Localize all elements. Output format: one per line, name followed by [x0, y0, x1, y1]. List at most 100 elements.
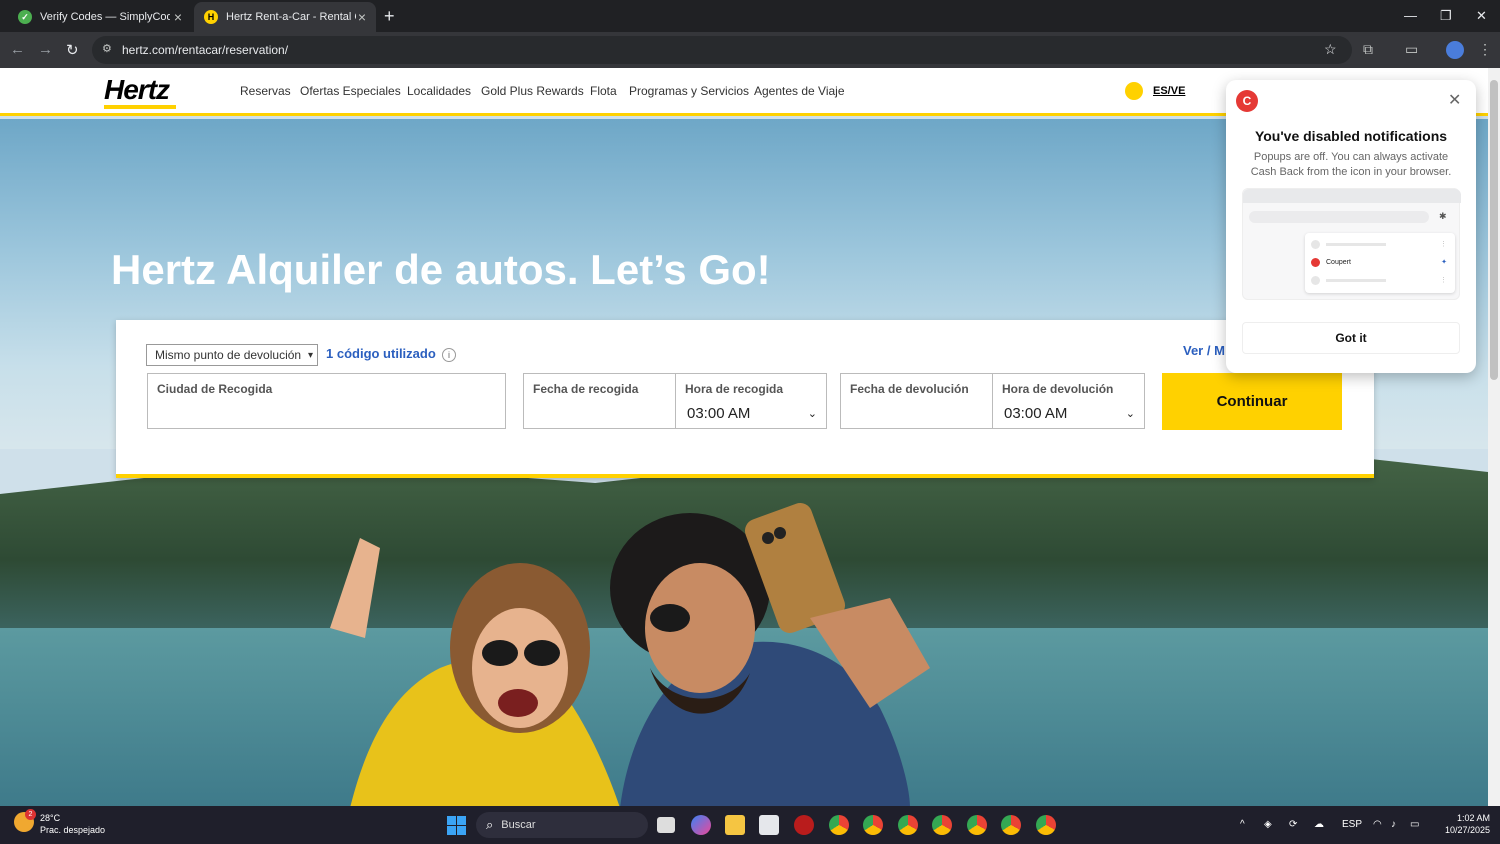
pickup-date-field[interactable]: Fecha de recogida: [523, 373, 676, 429]
search-label: Buscar: [501, 819, 536, 831]
pickup-date-label: Fecha de recogida: [533, 382, 639, 396]
puzzle-icon: ✱: [1439, 211, 1447, 221]
pickup-city-label: Ciudad de Recogida: [157, 382, 273, 396]
address-bar[interactable]: ⚙ hertz.com/rentacar/reservation/ ☆: [92, 36, 1352, 64]
weather-widget[interactable]: 2 28°C Prac. despejado: [14, 809, 106, 836]
nav-gold-plus-rewards[interactable]: Gold Plus Rewards: [481, 84, 584, 98]
site-info-icon[interactable]: ⚙: [102, 42, 112, 55]
wifi-icon[interactable]: ◠: [1373, 819, 1382, 830]
pin-icon: ✦: [1441, 259, 1447, 266]
media-icon[interactable]: ▭: [1405, 41, 1418, 58]
nav-programas-y-servicios[interactable]: Programas y Servicios: [629, 84, 749, 98]
tab-title: Verify Codes — SimplyCodes: [40, 11, 170, 23]
page-scrollbar[interactable]: [1488, 68, 1500, 806]
browser-tab-bar: ✓ Verify Codes — SimplyCodes × H Hertz R…: [0, 0, 1500, 32]
search-icon: ⌕: [486, 817, 494, 832]
battery-icon[interactable]: ▭: [1410, 819, 1419, 830]
minimize-icon[interactable]: —: [1404, 8, 1417, 23]
coupert-logo-icon: C: [1236, 90, 1258, 112]
nav-reservas[interactable]: Reservas: [240, 84, 291, 98]
weather-description: Prac. despejado: [40, 825, 106, 835]
pickup-time-select[interactable]: Hora de recogida 03:00 AM ⌄: [675, 373, 827, 429]
continue-button[interactable]: Continuar: [1162, 373, 1342, 430]
chrome-icon[interactable]: [1036, 815, 1056, 835]
view-modify-link[interactable]: Ver / M: [1183, 343, 1225, 358]
return-time-value: 03:00 AM: [1004, 405, 1068, 422]
menu-kebab-icon[interactable]: ⋮: [1478, 41, 1492, 58]
task-view-icon[interactable]: [657, 817, 675, 833]
illustration-address-bar: [1249, 211, 1429, 223]
illustration-tab-bar: [1243, 189, 1461, 203]
menu-row-coupert: Coupert ✦: [1311, 257, 1447, 267]
pickup-time-label: Hora de recogida: [685, 382, 784, 396]
logo-underline: [104, 105, 176, 109]
return-location-select[interactable]: Mismo punto de devolución ▾: [146, 344, 318, 366]
codes-used-link[interactable]: 1 código utilizado: [326, 346, 436, 361]
return-time-select[interactable]: Hora de devolución 03:00 AM ⌄: [992, 373, 1145, 429]
chevron-down-icon: ⌄: [807, 408, 817, 420]
chrome-icon[interactable]: [967, 815, 987, 835]
scrollbar-thumb[interactable]: [1490, 80, 1498, 380]
language-indicator[interactable]: ESP: [1342, 819, 1362, 830]
clock-time: 1:02 AM: [1456, 813, 1490, 823]
sync-icon[interactable]: ⟳: [1289, 819, 1297, 830]
chrome-icon[interactable]: [829, 815, 849, 835]
cloud-icon[interactable]: ☁: [1314, 819, 1324, 830]
hertz-logo[interactable]: Hertz: [104, 74, 170, 106]
chrome-icon[interactable]: [898, 815, 918, 835]
pickup-city-field[interactable]: Ciudad de Recogida: [147, 373, 506, 429]
weather-sun-icon: 2: [14, 809, 36, 832]
menu-row-placeholder: ⋮: [1311, 239, 1447, 249]
tab-hertz[interactable]: H Hertz Rent-a-Car - Rental Car D ×: [194, 2, 376, 32]
nav-ofertas-especiales[interactable]: Ofertas Especiales: [300, 84, 401, 98]
chrome-icon[interactable]: [932, 815, 952, 835]
chevron-up-icon[interactable]: ^: [1240, 819, 1245, 830]
menu-item-name: Coupert: [1326, 258, 1351, 266]
taskbar-search[interactable]: ⌕ Buscar: [476, 812, 648, 838]
illustration-extension-menu: ⋮ Coupert ✦ ⋮: [1305, 233, 1455, 293]
start-icon[interactable]: [447, 816, 466, 835]
clock-date: 10/27/2025: [1444, 825, 1490, 835]
volume-icon[interactable]: ♪: [1391, 819, 1396, 830]
chrome-icon[interactable]: [863, 815, 883, 835]
file-explorer-icon[interactable]: [725, 815, 745, 835]
pickup-time-value: 03:00 AM: [687, 405, 751, 422]
taskbar: 2 28°C Prac. despejado ⌕ Buscar ^ ◈ ⟳ ☁ …: [0, 806, 1500, 844]
nav-localidades[interactable]: Localidades: [407, 84, 471, 98]
globe-icon: [1125, 82, 1143, 100]
return-date-label: Fecha de devolución: [850, 382, 969, 396]
reload-icon[interactable]: ↻: [66, 41, 79, 59]
window-close-icon[interactable]: ✕: [1476, 8, 1487, 24]
store-icon[interactable]: [759, 815, 779, 835]
close-icon[interactable]: ×: [174, 9, 182, 25]
defender-icon[interactable]: ◈: [1264, 819, 1272, 830]
close-icon[interactable]: ×: [358, 9, 366, 25]
close-icon[interactable]: ✕: [1448, 90, 1461, 110]
chrome-icon[interactable]: [1001, 815, 1021, 835]
profile-avatar-icon[interactable]: [1446, 41, 1464, 59]
simplycodes-favicon-icon: ✓: [18, 10, 32, 24]
info-icon[interactable]: i: [442, 348, 456, 362]
copilot-icon[interactable]: [691, 815, 711, 835]
back-icon[interactable]: ←: [10, 41, 25, 58]
nav-flota[interactable]: Flota: [590, 84, 617, 98]
bookmark-star-icon[interactable]: ☆: [1324, 41, 1337, 58]
hero-couple-photo: [330, 503, 930, 806]
hero-title: Hertz Alquiler de autos. Let’s Go!: [111, 246, 771, 293]
browser-toolbar: ← → ↻ ⚙ hertz.com/rentacar/reservation/ …: [0, 32, 1500, 68]
forward-icon[interactable]: →: [38, 41, 53, 58]
popup-title: You've disabled notifications: [1254, 128, 1448, 144]
temperature: 28°C: [40, 813, 61, 823]
language-selector[interactable]: ES/VE: [1125, 82, 1185, 100]
system-clock[interactable]: 1:02 AM 10/27/2025: [1436, 812, 1490, 836]
maximize-icon[interactable]: ❐: [1440, 8, 1452, 24]
nav-agentes-de-viaje[interactable]: Agentes de Viaje: [754, 84, 845, 98]
return-time-label: Hora de devolución: [1002, 382, 1114, 396]
extensions-icon[interactable]: ⧉: [1363, 41, 1373, 58]
new-tab-icon[interactable]: +: [384, 6, 395, 27]
return-date-field[interactable]: Fecha de devolución: [840, 373, 993, 429]
popup-body: Popups are off. You can always activate …: [1250, 151, 1452, 178]
app-icon[interactable]: [794, 815, 814, 835]
got-it-button[interactable]: Got it: [1242, 322, 1460, 354]
tab-simplycodes[interactable]: ✓ Verify Codes — SimplyCodes ×: [8, 2, 192, 32]
